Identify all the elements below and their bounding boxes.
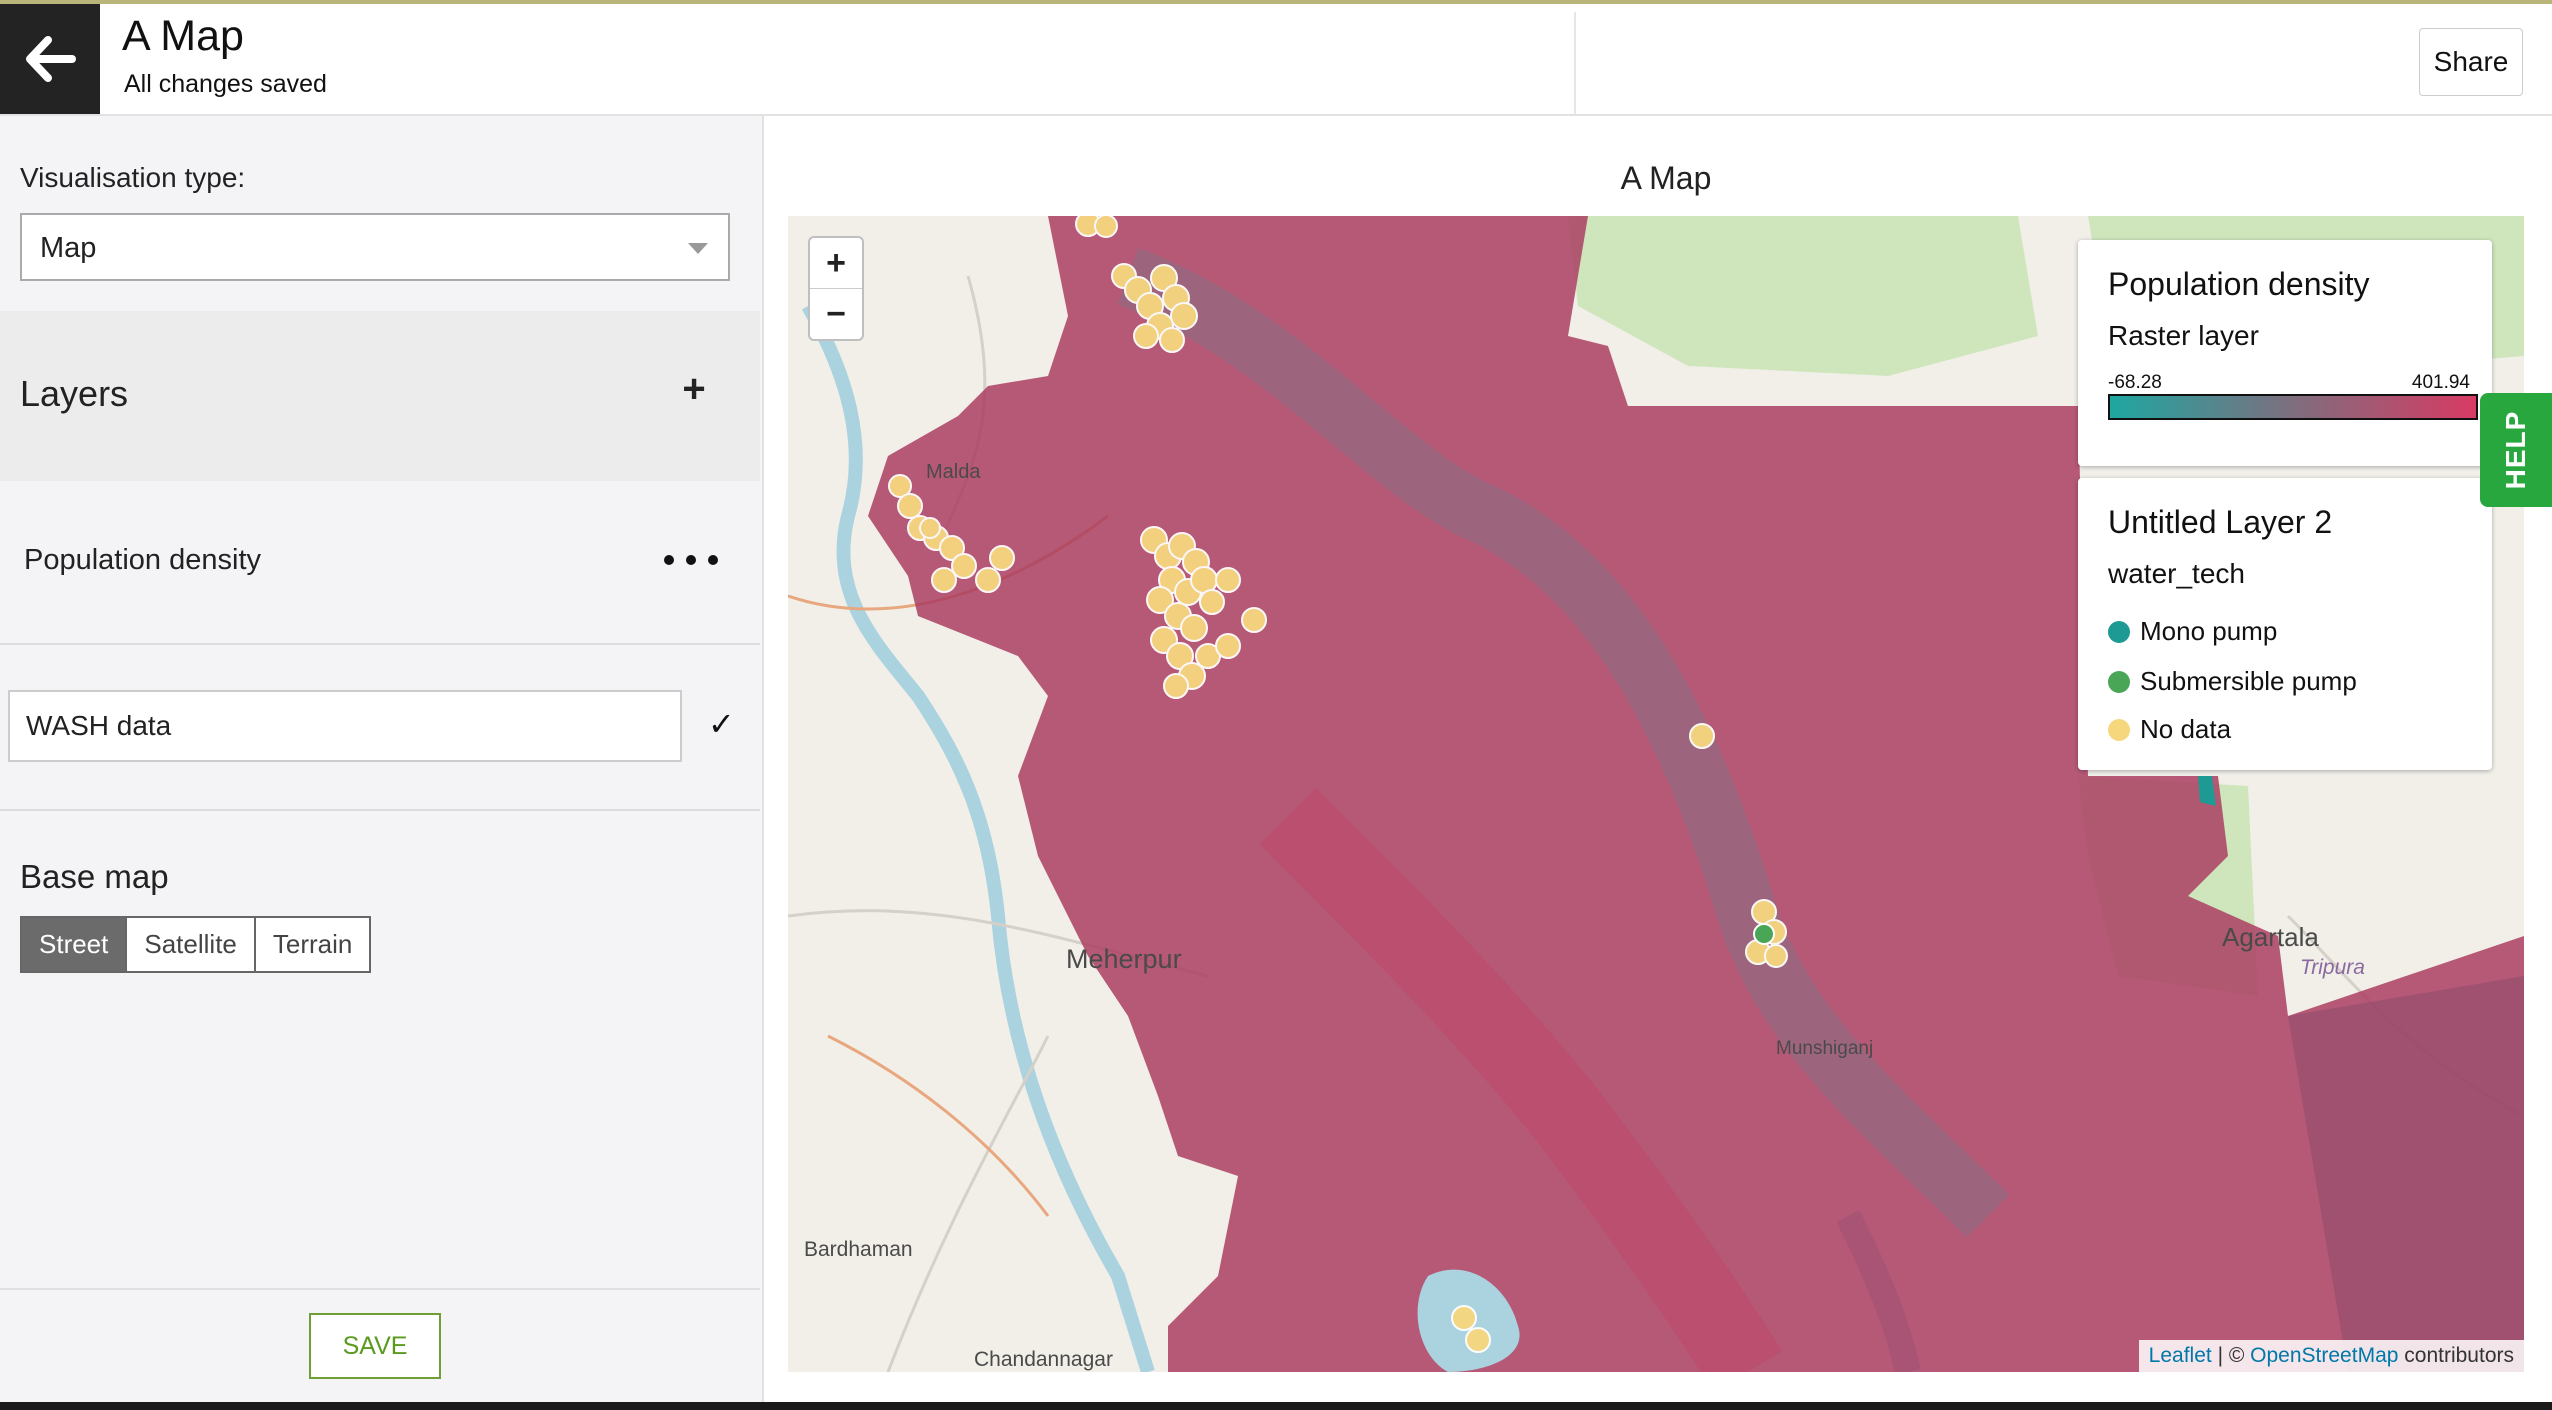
- zoom-control: + −: [808, 236, 864, 341]
- base-map-street-button[interactable]: Street: [22, 918, 128, 971]
- visualisation-type-value: Map: [40, 232, 97, 264]
- zoom-in-button[interactable]: +: [810, 238, 862, 289]
- visualisation-type-label: Visualisation type:: [20, 162, 246, 193]
- page-title: A Map: [122, 12, 244, 60]
- checkmark-icon[interactable]: ✓: [708, 705, 735, 743]
- visualisation-type-select[interactable]: Map: [20, 213, 730, 281]
- save-button[interactable]: SAVE: [309, 1313, 441, 1379]
- help-label: HELP: [2500, 410, 2531, 490]
- chevron-down-icon: [688, 243, 708, 254]
- base-map-terrain-button[interactable]: Terrain: [255, 918, 370, 971]
- attribution-suffix: contributors: [2398, 1344, 2514, 1367]
- sidebar-footer-divider: [0, 1288, 760, 1290]
- place-label-chandannagar: Chandannagar: [974, 1348, 1113, 1371]
- legend-raster-subtitle: Raster layer: [2108, 320, 2259, 351]
- legend-item-submersible-pump: Submersible pump: [2108, 666, 2357, 697]
- layers-header: Layers +: [0, 311, 760, 481]
- attribution-separator: | ©: [2211, 1344, 2251, 1367]
- legend-points-subtitle: water_tech: [2108, 558, 2245, 589]
- app-window: A Map All changes saved Share Visualisat…: [0, 0, 2552, 1402]
- layer-item-population-density[interactable]: Population density: [0, 481, 760, 645]
- legend-points: Untitled Layer 2 water_tech Mono pump Su…: [2078, 478, 2492, 770]
- legend-item-label: Mono pump: [2140, 616, 2278, 646]
- base-map-toggle: Street Satellite Terrain: [20, 916, 372, 973]
- place-label-munshiganj: Munshiganj: [1776, 1038, 1873, 1059]
- base-map-satellite-button[interactable]: Satellite: [127, 918, 256, 971]
- header-bar: A Map All changes saved Share: [0, 4, 2552, 116]
- legend-item-mono-pump: Mono pump: [2108, 616, 2277, 647]
- map-canvas[interactable]: Malda Meherpur Bardhaman Chandannagar Ag…: [788, 216, 2524, 1372]
- place-label-meherpur: Meherpur: [1066, 944, 1182, 974]
- zoom-out-button[interactable]: −: [810, 289, 862, 339]
- layer-name-input[interactable]: [8, 690, 682, 762]
- add-layer-button[interactable]: +: [676, 365, 712, 413]
- legend-item-label: No data: [2140, 714, 2232, 744]
- arrow-left-icon: [26, 36, 76, 82]
- map-attribution: Leaflet | © OpenStreetMap contributors: [2138, 1340, 2524, 1372]
- leaflet-link[interactable]: Leaflet: [2149, 1344, 2212, 1367]
- legend-dot-icon: [2108, 620, 2130, 643]
- share-button[interactable]: Share: [2419, 28, 2523, 96]
- place-label-agartala: Agartala: [2222, 922, 2319, 952]
- layer-name: Population density: [24, 544, 261, 576]
- save-status: All changes saved: [124, 70, 327, 98]
- help-tab[interactable]: HELP: [2480, 393, 2552, 507]
- legend-raster-title: Population density: [2108, 266, 2370, 302]
- legend-item-no-data: No data: [2108, 714, 2231, 745]
- legend-dot-icon: [2108, 670, 2130, 693]
- base-map-title: Base map: [20, 858, 169, 895]
- legend-points-title: Untitled Layer 2: [2108, 504, 2333, 540]
- map-title: A Map: [1620, 160, 1712, 196]
- place-label-tripura: Tripura: [2300, 956, 2365, 979]
- map-panel: A Map Malda Meherpur Bardhaman Chandanna…: [764, 116, 2552, 1402]
- legend-ramp-min: -68.28: [2108, 372, 2162, 393]
- legend-ramp-max: 401.94: [2411, 372, 2470, 393]
- layers-title: Layers: [20, 373, 129, 414]
- place-label-malda: Malda: [926, 461, 981, 483]
- back-button[interactable]: [0, 4, 100, 114]
- legend-raster: Population density Raster layer -68.28 4…: [2078, 240, 2492, 466]
- osm-link[interactable]: OpenStreetMap: [2250, 1344, 2398, 1367]
- more-options-icon[interactable]: [664, 555, 718, 565]
- layer-item-wash-data: ✓: [0, 645, 760, 811]
- legend-dot-icon: [2108, 718, 2130, 741]
- legend-item-label: Submersible pump: [2140, 666, 2357, 696]
- legend-color-ramp: [2108, 394, 2478, 420]
- sidebar: Visualisation type: Map Layers + Populat…: [0, 116, 764, 1402]
- plus-icon: +: [682, 366, 706, 411]
- place-label-bardhaman: Bardhaman: [804, 1238, 913, 1261]
- header-divider: [1574, 12, 1576, 114]
